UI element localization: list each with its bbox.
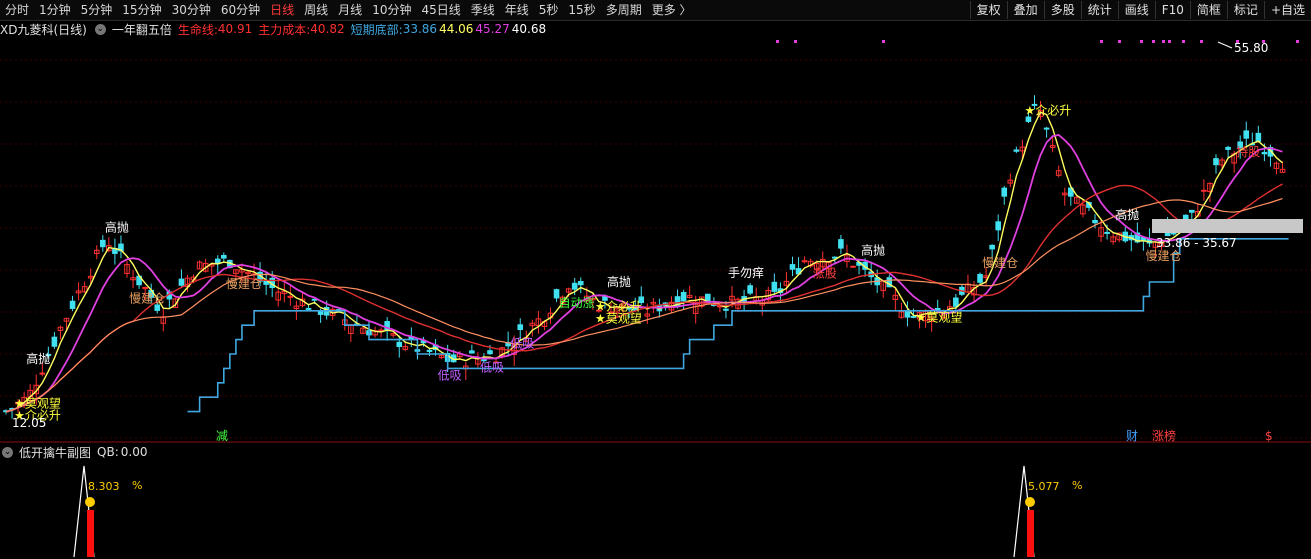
lifeline-line [5, 183, 1283, 413]
candle-body [850, 265, 856, 268]
candle-body [469, 350, 475, 354]
marker-dot [794, 40, 797, 43]
signal-label: 自动涨 [559, 295, 595, 310]
range-price-label: 33.86 - 35.67 [1156, 236, 1237, 250]
candle-body [995, 221, 1002, 231]
holding-band [1152, 219, 1303, 233]
candle-body [1201, 189, 1207, 192]
candle-body [1213, 158, 1219, 166]
signal-label: 低吸 [480, 361, 504, 375]
smiley-icon [1025, 497, 1035, 507]
candle-body [396, 341, 403, 348]
signal-label: 高抛 [105, 219, 129, 234]
signal-label: ★介必升 [1025, 104, 1072, 118]
high-price-pointer [1217, 41, 1233, 49]
marker-dot [1152, 40, 1155, 43]
signal-label: 手勿痒 [728, 265, 764, 280]
marker-dot [1118, 40, 1121, 43]
candle-body [953, 297, 959, 307]
marker-dot [1168, 40, 1171, 43]
candle-body [51, 336, 58, 347]
marker-dot [1262, 40, 1265, 43]
marker-dot [1162, 40, 1165, 43]
candle-body [571, 282, 578, 290]
smiley-icon [85, 497, 95, 507]
candle-body [934, 307, 941, 310]
candle-body [747, 285, 753, 294]
ma-magenta-line [5, 134, 1283, 413]
marker-dot [1200, 40, 1203, 43]
candle-body [100, 239, 106, 248]
signal-label: 涨股 [813, 265, 837, 280]
signal-label: 慢建仓 [1146, 249, 1182, 263]
candle-body [1225, 146, 1231, 150]
short-bottom-line [187, 238, 1289, 413]
bottom-mark: 减 [216, 429, 228, 443]
candle-body [989, 244, 995, 250]
signal-label: 低吸 [510, 337, 534, 351]
candle-body [221, 254, 227, 259]
marker-dot [1140, 40, 1143, 43]
candle-body [69, 300, 76, 309]
candle-body [1043, 127, 1050, 130]
candle-body [1255, 132, 1262, 142]
sub-bar [1027, 510, 1034, 557]
candle-body [178, 278, 185, 286]
candle-body [680, 292, 687, 302]
candle-body [1013, 149, 1020, 152]
marker-dot [882, 40, 885, 43]
signal-label: 高抛 [607, 274, 631, 289]
signal-label: 持股 [1236, 144, 1260, 159]
candle-body [1189, 209, 1195, 213]
bottom-mark: 财 [1126, 429, 1138, 443]
low-price-label: 12.05 [12, 416, 46, 430]
sub-value: 5.077 [1028, 480, 1060, 493]
candle-body [723, 308, 729, 311]
sub-bar [87, 510, 94, 557]
marker-dot [1182, 40, 1185, 43]
candle-body [1001, 187, 1008, 197]
signal-label: ★介必升 [595, 299, 642, 313]
candle-body [1261, 151, 1268, 155]
signal-label: ★莫观望 [916, 310, 963, 324]
candle-body [1170, 232, 1177, 235]
candle-body [1104, 231, 1110, 234]
high-price-label: 55.80 [1234, 41, 1268, 55]
sub-unit: % [1072, 479, 1082, 492]
signal-label: 慢建仓 [129, 292, 165, 306]
signal-label: 高抛 [861, 243, 885, 258]
candle-body [1025, 116, 1032, 122]
candle-body [977, 273, 983, 283]
sub-unit: % [132, 479, 142, 492]
kline-chart[interactable]: 高抛高抛慢建仓慢建仓低吸低吸低吸自动涨高抛★莫观望★介必升手勿痒 涨股高抛★莫观望… [0, 0, 1311, 559]
candle-body [305, 307, 312, 310]
signal-label: 低吸 [438, 368, 462, 382]
candle-body [771, 281, 778, 292]
signal-label: 高抛 [26, 351, 50, 366]
candle-body [154, 304, 161, 311]
signal-label: 慢建仓 [982, 256, 1018, 270]
marker-dot [1296, 40, 1299, 43]
maincost-line [5, 198, 1283, 413]
marker-dot [1100, 40, 1103, 43]
marker-dot [1236, 40, 1239, 43]
signal-label: ★莫观望 [595, 311, 642, 325]
bottom-mark: 涨榜 [1152, 428, 1176, 443]
sub-value: 8.303 [88, 480, 120, 493]
candle-body [577, 281, 584, 286]
candle-body [838, 239, 844, 249]
signal-label: 慢建仓 [226, 277, 262, 291]
candle-body [426, 349, 433, 353]
candle-body [317, 310, 324, 315]
marker-dot [776, 40, 779, 43]
bottom-mark: $ [1265, 429, 1273, 443]
candle-body [789, 264, 796, 270]
signal-label: 高抛 [1115, 207, 1139, 222]
candle-body [1092, 219, 1098, 224]
candle-body [487, 350, 493, 355]
candle-body [1243, 130, 1250, 139]
candle-body [517, 324, 524, 331]
